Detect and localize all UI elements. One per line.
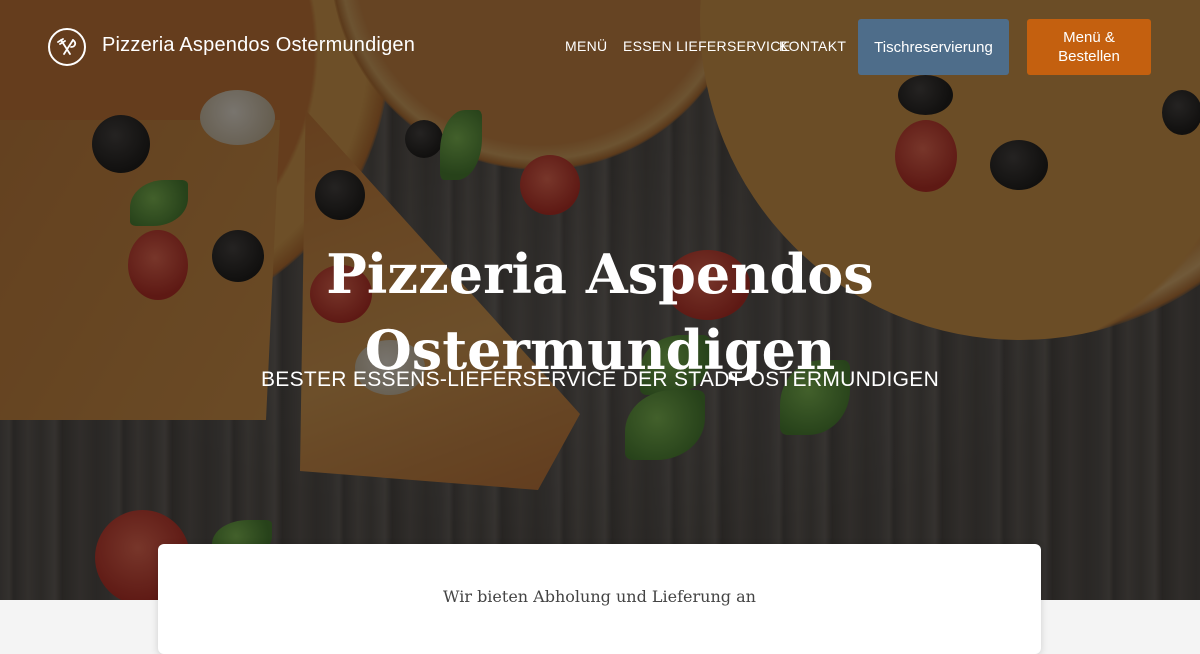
fork-knife-icon[interactable] [48, 28, 86, 66]
table-reservation-button[interactable]: Tischreservierung [858, 19, 1009, 75]
pickup-delivery-text: Wir bieten Abholung und Lieferung an [443, 587, 756, 606]
hero-title: Pizzeria Aspendos Ostermundigen [326, 242, 874, 383]
menu-order-button[interactable]: Menü & Bestellen [1027, 19, 1151, 75]
nav-link-delivery[interactable]: ESSEN LIEFERSERVICE [623, 38, 790, 54]
hero-subtitle: BESTER ESSENS-LIEFERSERVICE DER STADT OS… [260, 368, 940, 391]
brand-name[interactable]: Pizzeria Aspendos Ostermundigen [102, 34, 415, 57]
top-navbar: Pizzeria Aspendos Ostermundigen MENÜ ESS… [0, 0, 1200, 96]
nav-link-menu[interactable]: MENÜ [565, 38, 607, 54]
nav-link-contact[interactable]: KONTAKT [779, 38, 846, 54]
info-card: Wir bieten Abholung und Lieferung an [158, 544, 1041, 654]
